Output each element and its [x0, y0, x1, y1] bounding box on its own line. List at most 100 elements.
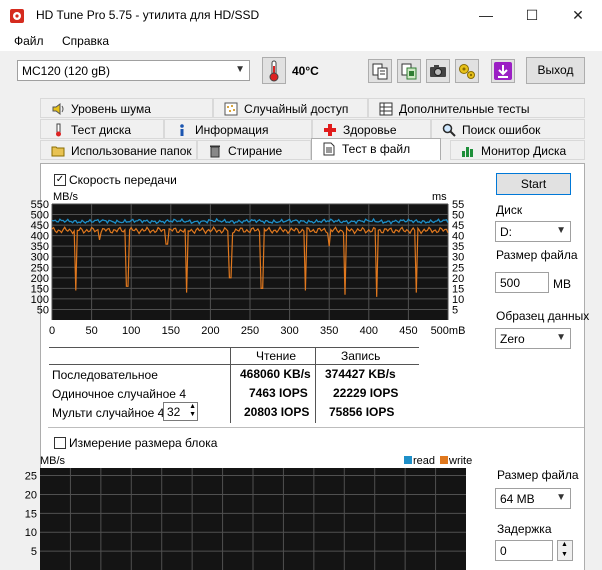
- y-tick-label: 550: [31, 199, 49, 211]
- y-tick-label: 200: [31, 273, 49, 285]
- tab-health[interactable]: Здоровье: [312, 119, 431, 139]
- y2-tick-label: 10: [452, 294, 464, 306]
- queue-depth-spinner[interactable]: 32 ▲ ▼: [163, 402, 198, 421]
- y-tick-label: 300: [31, 252, 49, 264]
- maximize-button[interactable]: ☐: [509, 0, 555, 31]
- tab-erase[interactable]: Стирание: [197, 140, 311, 160]
- screenshot-button[interactable]: [426, 59, 450, 83]
- tab-noise-level[interactable]: Уровень шума: [40, 98, 213, 118]
- options-button[interactable]: [455, 59, 479, 83]
- file-size-input[interactable]: 500: [495, 272, 549, 293]
- y-tick-label: 450: [31, 220, 49, 232]
- block-file-size-label: Размер файла: [497, 468, 579, 482]
- drive-select-value: MC120 (120 gB): [22, 64, 111, 78]
- tab-label: Здоровье: [343, 123, 397, 137]
- results-col-rule: [315, 347, 316, 423]
- legend-write: write: [448, 455, 472, 467]
- block-size-checkbox[interactable]: [54, 437, 66, 449]
- thermometer-icon: [56, 123, 61, 137]
- y2-tick-label: 5: [452, 304, 458, 316]
- tab-disk-monitor[interactable]: Монитор Диска: [450, 140, 585, 160]
- y-tick-label: 50: [37, 304, 49, 316]
- legend-read: read: [413, 455, 435, 467]
- disk-select[interactable]: D: ▼: [495, 221, 571, 242]
- chart-left-unit: MB/s: [53, 191, 79, 203]
- delay-input[interactable]: 0: [495, 540, 553, 561]
- block-size-label: Измерение размера блока: [69, 436, 218, 450]
- bar-chart-icon: [462, 147, 473, 157]
- spinner-down-icon[interactable]: ▼: [189, 411, 196, 419]
- y2-tick-label: 45: [452, 220, 464, 232]
- title-bar: HD Tune Pro 5.75 - утилита для HD/SSD — …: [0, 0, 602, 31]
- thermometer-button[interactable]: [262, 57, 286, 84]
- y-tick-label: 250: [31, 262, 49, 274]
- file-size-value: 500: [500, 276, 521, 290]
- y2-tick-label: 50: [452, 210, 464, 222]
- y2-tick-label: 20: [452, 273, 464, 285]
- read-value: 20803 IOPS: [244, 405, 310, 419]
- y-tick-label: 100: [31, 294, 49, 306]
- y2-tick-label: 55: [452, 199, 464, 211]
- file-size-label: Размер файла: [496, 248, 578, 262]
- exit-button[interactable]: Выход: [526, 57, 585, 84]
- read-value: 468060 KB/s: [240, 367, 311, 381]
- transfer-rate-checkbox[interactable]: ✓: [54, 174, 66, 186]
- x-tick-label: 500mB: [431, 325, 466, 337]
- row-label: Последовательное: [52, 368, 158, 382]
- y-tick-label: 350: [31, 241, 49, 253]
- y-tick-label: 20: [25, 489, 37, 501]
- y-tick-label: 15: [25, 508, 37, 520]
- tab-information[interactable]: Информация: [164, 119, 312, 139]
- scatter-icon: [224, 102, 238, 116]
- thermometer-icon: [269, 60, 279, 82]
- tab-label: Поиск ошибок: [462, 123, 541, 137]
- menu-help[interactable]: Справка: [62, 34, 109, 48]
- spinner-up-icon[interactable]: ▲: [561, 541, 568, 548]
- save-results-button[interactable]: [491, 59, 515, 83]
- red-cross-icon: [324, 124, 336, 136]
- menu-file[interactable]: Файл: [14, 34, 44, 48]
- tab-label: Тест диска: [71, 123, 132, 137]
- y-tick-label: 150: [31, 283, 49, 295]
- disk-select-value: D:: [500, 225, 512, 239]
- spinner-down-icon[interactable]: ▼: [561, 551, 568, 558]
- x-tick-label: 150: [162, 325, 180, 337]
- delay-label: Задержка: [497, 522, 552, 536]
- block-file-size-select[interactable]: 64 MB ▼: [495, 488, 571, 509]
- drive-select[interactable]: MC120 (120 gB) ▼: [17, 60, 250, 81]
- tab-random-access[interactable]: Случайный доступ: [213, 98, 368, 118]
- queue-depth-value: 32: [167, 405, 181, 419]
- y-tick-label: 10: [25, 527, 37, 539]
- transfer-rate-chart: MB/s ms 0 50 100 150 200 250 300 350 400 450 500mB…: [31, 191, 466, 337]
- legend-write-swatch: [440, 456, 448, 464]
- tab-folder-usage[interactable]: Использование папок: [40, 140, 197, 160]
- y-tick-label: 500: [31, 210, 49, 222]
- results-col-rule: [230, 347, 231, 423]
- delay-spinner[interactable]: ▲ ▼: [557, 540, 573, 561]
- tab-label: Уровень шума: [71, 102, 151, 116]
- start-button[interactable]: Start: [496, 173, 571, 195]
- camera-icon: [430, 65, 446, 77]
- copy-text-button[interactable]: [368, 59, 392, 83]
- tab-error-scan[interactable]: Поиск ошибок: [431, 119, 585, 139]
- tab-file-benchmark[interactable]: Тест в файл: [311, 138, 441, 160]
- x-tick-label: 200: [201, 325, 219, 337]
- results-top-rule: [49, 347, 419, 348]
- folder-icon: [51, 146, 65, 157]
- spinner-up-icon[interactable]: ▲: [189, 403, 196, 411]
- data-pattern-select[interactable]: Zero ▼: [495, 328, 571, 349]
- minimize-button[interactable]: —: [463, 0, 509, 31]
- close-button[interactable]: ✕: [555, 0, 601, 31]
- copy-screenshot-button[interactable]: [397, 59, 421, 83]
- tab-extra-tests[interactable]: Дополнительные тесты: [368, 98, 585, 118]
- x-tick-label: 300: [280, 325, 298, 337]
- row-label: Одиночное случайное 4: [52, 387, 186, 401]
- write-value: 22229 IOPS: [333, 386, 399, 400]
- tab-disk-test[interactable]: Тест диска: [40, 119, 164, 139]
- speaker-icon: [52, 103, 64, 115]
- hdtune-app-icon: [10, 9, 24, 23]
- spreadsheet-icon: [379, 102, 393, 116]
- x-tick-label: 450: [399, 325, 417, 337]
- chevron-down-icon: ▼: [556, 225, 566, 236]
- trash-icon: [210, 145, 220, 158]
